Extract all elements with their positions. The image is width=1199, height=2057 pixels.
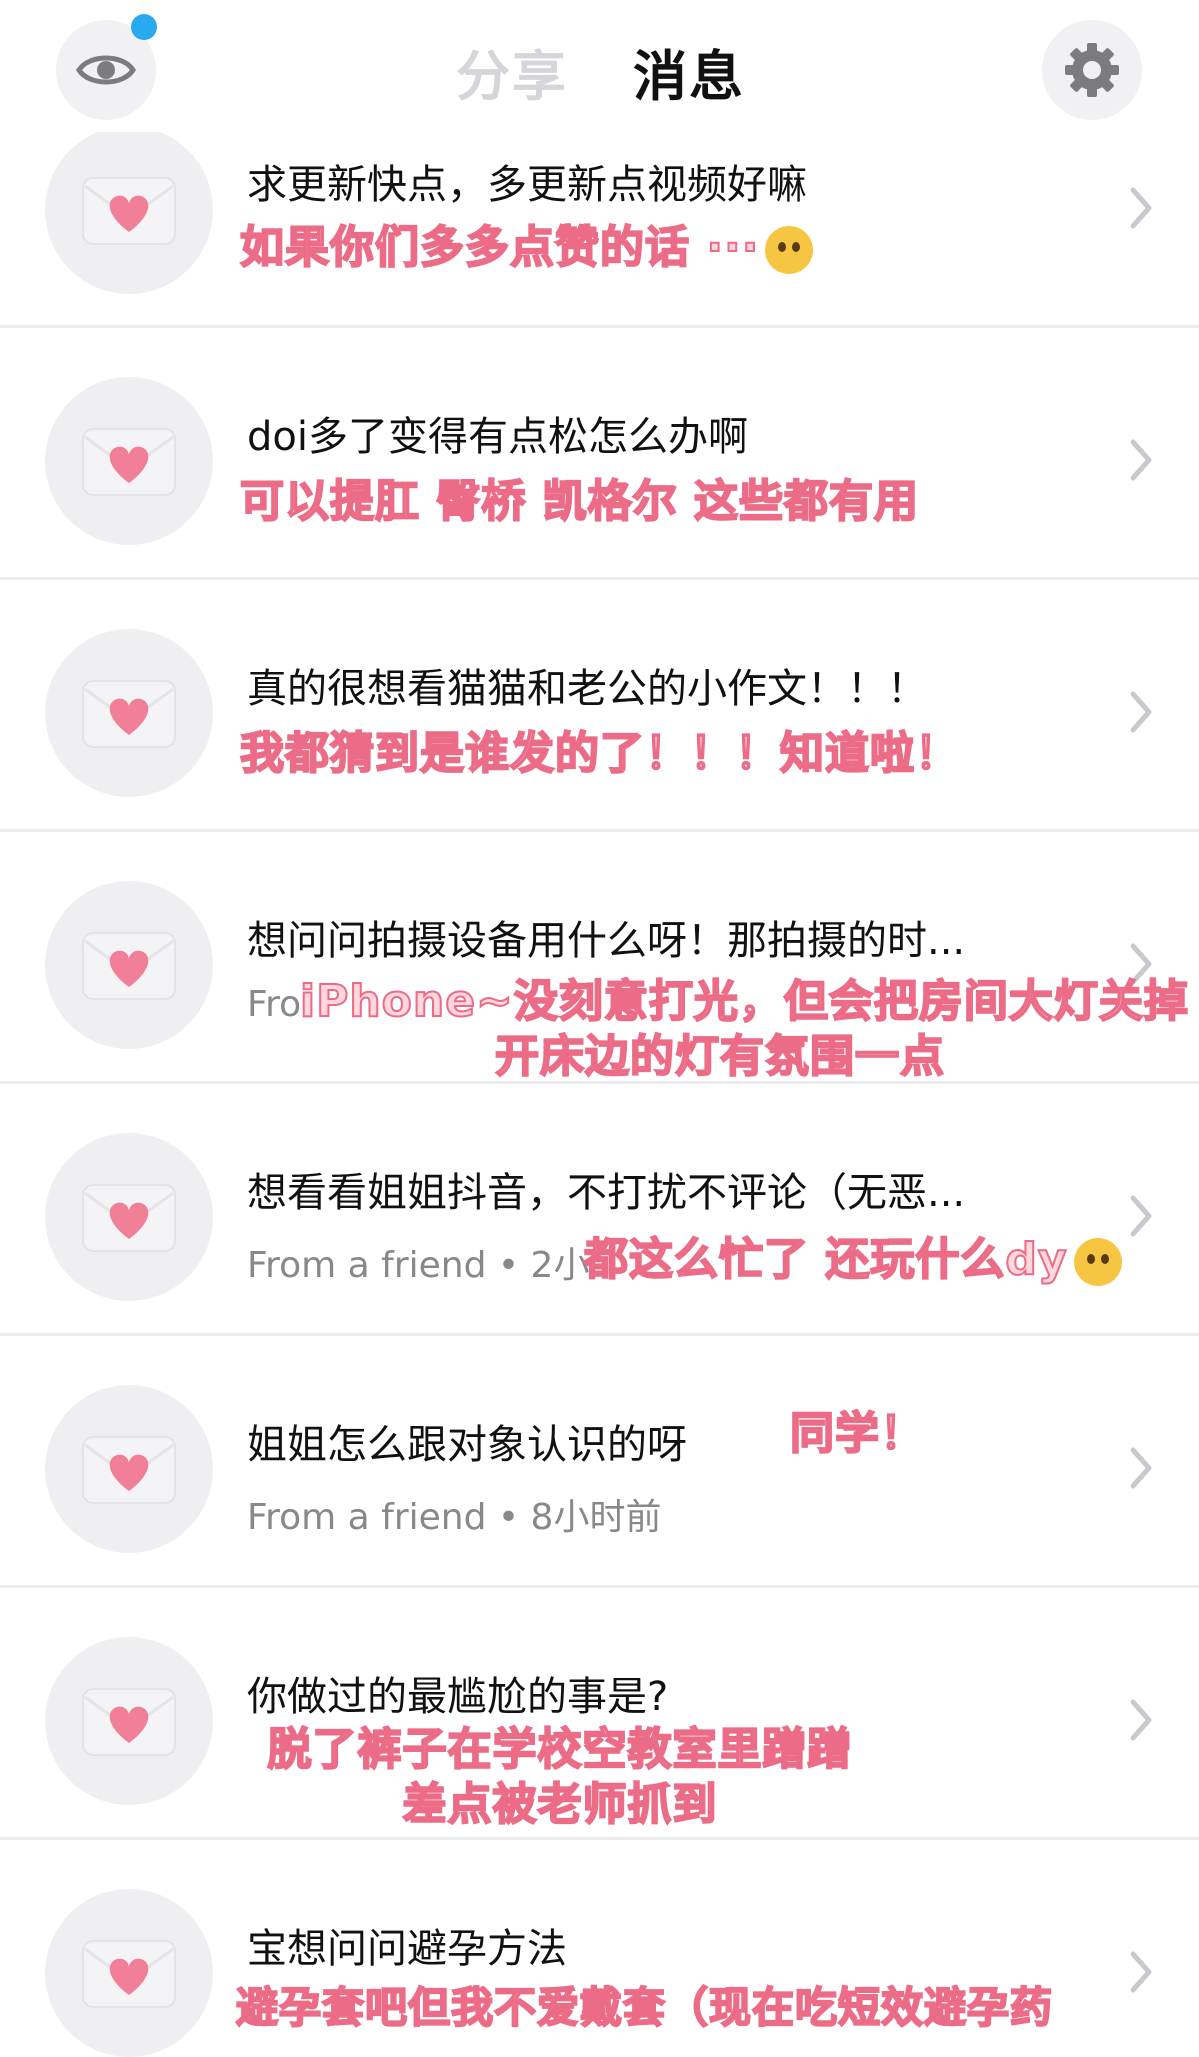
reply-line: 脱了裤子在学校空教室里蹭蹭 (267, 1723, 853, 1776)
divider (0, 325, 1199, 328)
reply-annotation: iPhone~没刻意打光，但会把房间大灯关掉 开床边的灯有氛围一点 (299, 974, 1189, 1084)
list-item[interactable]: doi多了变得有点松怎么办啊 可以提肛 臀桥 凯格尔 这些都有用 (0, 330, 1199, 580)
tab-share[interactable]: 分享 (456, 32, 568, 111)
chevron-right-icon[interactable] (1127, 688, 1155, 736)
reply-text: 如果你们多多点赞的话 ··· (239, 221, 760, 274)
message-title: doi多了变得有点松怎么办啊 (247, 414, 748, 460)
chevron-right-icon[interactable] (1127, 1948, 1155, 1996)
reply-line: 差点被老师抓到 (402, 1778, 718, 1831)
top-bar: 分享 消息 (0, 0, 1199, 132)
pleading-face-emoji-icon (765, 226, 814, 274)
divider (0, 1333, 1199, 1336)
divider (0, 577, 1199, 580)
reply-annotation: 我都猜到是谁发的了！！！知道啦！ (239, 727, 960, 780)
notification-dot (131, 14, 157, 40)
message-avatar (45, 1133, 213, 1301)
message-meta: Fro (247, 984, 302, 1025)
message-avatar (45, 881, 213, 1049)
divider (0, 1585, 1199, 1588)
message-avatar (45, 1889, 213, 2057)
list-item[interactable]: 宝想问问避孕方法 避孕套吧但我不爱戴套（现在吃短效避孕药 (0, 1842, 1199, 2057)
reply-annotation: 都这么忙了 还玩什么dy (583, 1232, 1122, 1287)
message-title: 你做过的最尴尬的事是? (247, 1674, 669, 1720)
message-meta: From a friend • 8小时前 (247, 1497, 662, 1538)
reply-line: iPhone~没刻意打光，但会把房间大灯关掉 (299, 975, 1189, 1028)
envelope-heart-icon (82, 1184, 176, 1252)
chevron-right-icon[interactable] (1127, 184, 1155, 232)
message-avatar (45, 629, 213, 797)
reply-line: 开床边的灯有氛围一点 (494, 1030, 945, 1083)
list-item[interactable]: 真的很想看猫猫和老公的小作文！！！ 我都猜到是谁发的了！！！知道啦！ (0, 582, 1199, 832)
eye-icon (76, 55, 136, 85)
message-title: 宝想问问避孕方法 (247, 1926, 567, 1972)
envelope-heart-icon (82, 428, 176, 496)
envelope-heart-icon (82, 177, 176, 245)
reply-annotation: 如果你们多多点赞的话 ··· (239, 220, 814, 275)
message-title: 真的很想看猫猫和老公的小作文！！！ (247, 666, 927, 712)
divider (0, 829, 1199, 832)
list-item[interactable]: 姐姐怎么跟对象认识的呀 From a friend • 8小时前 同学！ (0, 1338, 1199, 1588)
reply-annotation: 脱了裤子在学校空教室里蹭蹭 差点被老师抓到 (220, 1722, 900, 1832)
envelope-heart-icon (82, 1940, 176, 2008)
divider (0, 1837, 1199, 1840)
message-title: 求更新快点，多更新点视频好嘛 (247, 162, 807, 208)
message-avatar (45, 1637, 213, 1805)
settings-button[interactable] (1042, 20, 1142, 120)
reply-text: 都这么忙了 还玩什么dy (583, 1233, 1068, 1286)
message-avatar (45, 1385, 213, 1553)
chevron-right-icon[interactable] (1127, 1192, 1155, 1240)
envelope-heart-icon (82, 680, 176, 748)
list-item[interactable]: 你做过的最尴尬的事是? 脱了裤子在学校空教室里蹭蹭 差点被老师抓到 (0, 1590, 1199, 1840)
reply-annotation: 避孕套吧但我不爱戴套（现在吃短效避孕药 (235, 1982, 1054, 2033)
envelope-heart-icon (82, 1436, 176, 1504)
divider (0, 1081, 1199, 1084)
message-avatar (45, 126, 213, 294)
tab-messages[interactable]: 消息 (633, 32, 745, 111)
list-item[interactable]: 想看看姐姐抖音，不打扰不评论（无恶... From a friend • 2小 … (0, 1086, 1199, 1336)
message-title: 想看看姐姐抖音，不打扰不评论（无恶... (247, 1170, 966, 1216)
message-meta: From a friend • 2小 (247, 1245, 590, 1286)
envelope-heart-icon (82, 932, 176, 1000)
gear-icon (1065, 43, 1119, 97)
chevron-right-icon[interactable] (1127, 1444, 1155, 1492)
message-title: 想问问拍摄设备用什么呀！那拍摄的时... (247, 918, 966, 964)
chevron-right-icon[interactable] (1127, 1696, 1155, 1744)
melting-face-emoji-icon (1073, 1238, 1122, 1286)
envelope-heart-icon (82, 1688, 176, 1756)
chevron-right-icon[interactable] (1127, 436, 1155, 484)
reply-annotation: 可以提肛 臀桥 凯格尔 这些都有用 (239, 475, 919, 528)
message-avatar (45, 377, 213, 545)
message-title: 姐姐怎么跟对象认识的呀 (247, 1422, 687, 1468)
list-item[interactable]: 想问问拍摄设备用什么呀！那拍摄的时... Fro iPhone~没刻意打光，但会… (0, 834, 1199, 1084)
reply-annotation: 同学！ (789, 1407, 925, 1460)
